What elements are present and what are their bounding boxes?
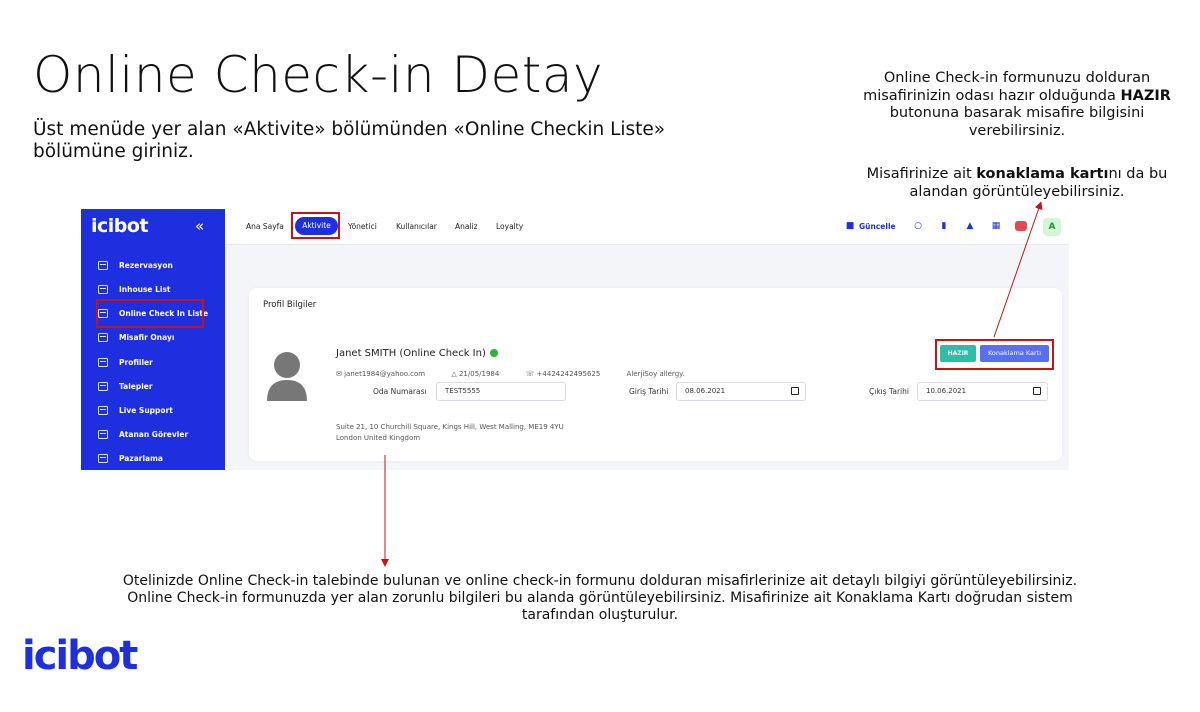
brand-logo: icibot: [22, 633, 138, 679]
arrow-to-note: [993, 201, 1043, 338]
bottom-description: Otelinizde Online Check-in talebinde bul…: [122, 573, 1078, 623]
